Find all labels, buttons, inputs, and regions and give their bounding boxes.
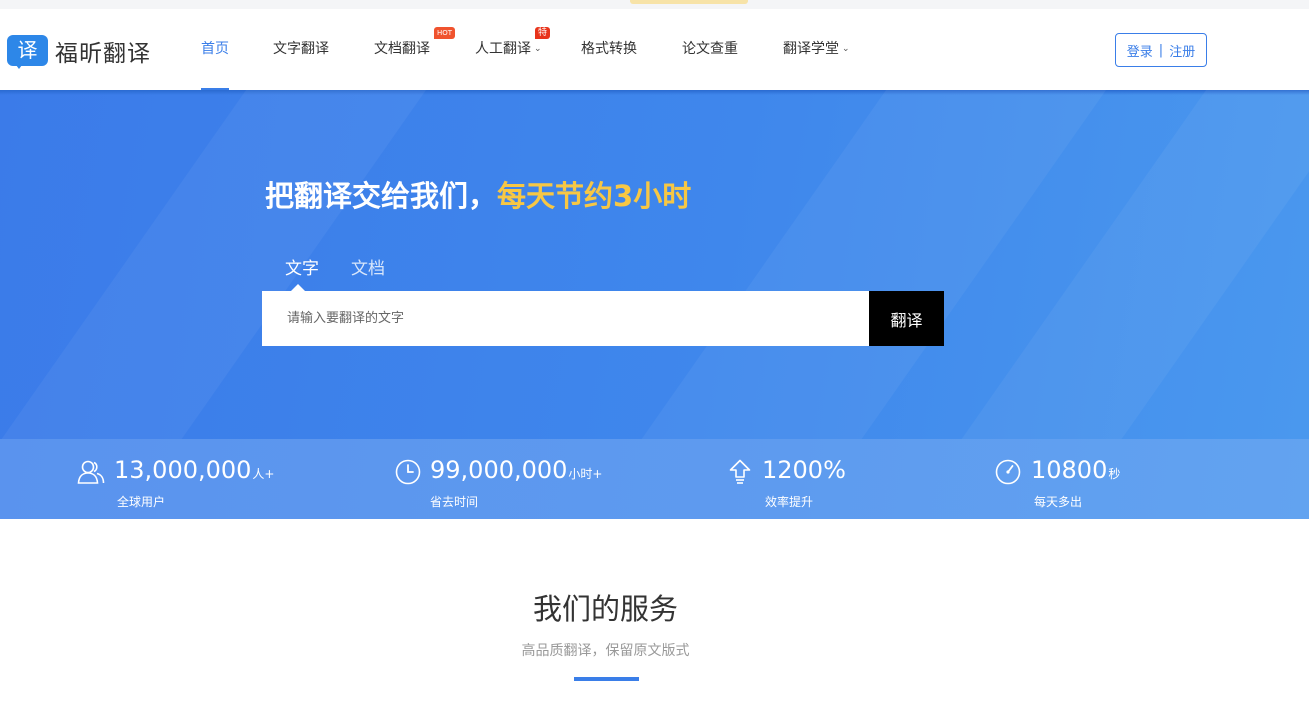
nav-item-label: 文档翻译 [374,41,430,57]
clock-icon [395,459,421,485]
stat-label: 效率提升 [765,495,814,509]
nav-item-human-translate[interactable]: 人工翻译⌄ [475,9,542,90]
nav-item-format-convert[interactable]: 格式转换 [581,9,637,90]
stat-value: 13,000,000 [114,456,252,484]
separator: | [1158,42,1164,58]
promo-banner-edge[interactable] [630,0,748,4]
nav-item-label: 人工翻译 [475,41,531,57]
translate-input[interactable] [262,291,869,346]
nav-item-label: 文字翻译 [273,41,329,57]
nav-item-label: 首页 [201,41,229,57]
logo[interactable]: 译 福昕翻译 [7,34,151,69]
section-title: 我们的服务 [532,592,678,626]
stat-label: 省去时间 [430,495,479,509]
nav-item-doc-translate[interactable]: 文档翻译 [374,9,430,90]
section-subtitle: 高品质翻译，保留原文版式 [521,643,690,659]
stat-unit: 小时+ [568,467,603,481]
translate-button[interactable]: 翻译 [869,291,944,346]
site-header: 译 福昕翻译 首页 文字翻译 文档翻译 HOT 人工翻译⌄ 特价 格式转换 论文… [0,9,1309,90]
nav-item-plagiarism-check[interactable]: 论文查重 [682,9,738,90]
logo-icon: 译 [7,34,48,69]
stat-label: 全球用户 [117,495,166,509]
nav-item-translation-academy[interactable]: 翻译学堂 ⌄ [783,9,850,90]
nav-item-text-translate[interactable]: 文字翻译 [273,9,329,90]
stat-value: 99,000,000 [430,456,568,484]
top-strip [0,0,1309,9]
hot-badge: HOT [434,27,456,39]
headline-highlight: 每天节约3小时 [497,179,692,213]
stat-value: 10800 [1031,456,1108,484]
stat-value: 1200% [762,456,846,484]
users-icon [77,460,105,484]
nav-item-label: 格式转换 [581,41,637,57]
special-price-badge: 特价 [535,27,551,50]
stat-label: 每天多出 [1034,495,1083,509]
upload-arrow-icon [729,459,751,484]
nav-item-home[interactable]: 首页 [201,9,229,90]
services-section: 我们的服务 高品质翻译，保留原文版式 [0,519,1309,725]
tab-document[interactable]: 文档 [351,254,385,279]
login-link[interactable]: 登录 [1127,41,1153,60]
chevron-down-icon: ⌄ [842,44,850,54]
stat-unit: 秒 [1108,467,1121,481]
hero-section: 把翻译交给我们，每天节约3小时 文字 文档 翻译 [0,90,1309,439]
register-link[interactable]: 注册 [1169,41,1195,60]
stat-unit: 人+ [252,467,275,481]
stats-bar: 13,000,000人+ 全球用户 99,000,000小时+ 省去时间 120… [0,439,1309,519]
login-register-button[interactable]: 登录 | 注册 [1115,33,1207,67]
tab-text[interactable]: 文字 [285,254,319,292]
hero-headline: 把翻译交给我们，每天节约3小时 [265,179,692,213]
logo-text: 福昕翻译 [55,41,151,67]
nav-item-label: 翻译学堂 [783,41,839,57]
stopwatch-icon [995,459,1021,485]
title-underline [574,677,639,681]
nav-item-label: 论文查重 [682,41,738,57]
translate-mode-tabs: 文字 文档 [285,254,417,292]
